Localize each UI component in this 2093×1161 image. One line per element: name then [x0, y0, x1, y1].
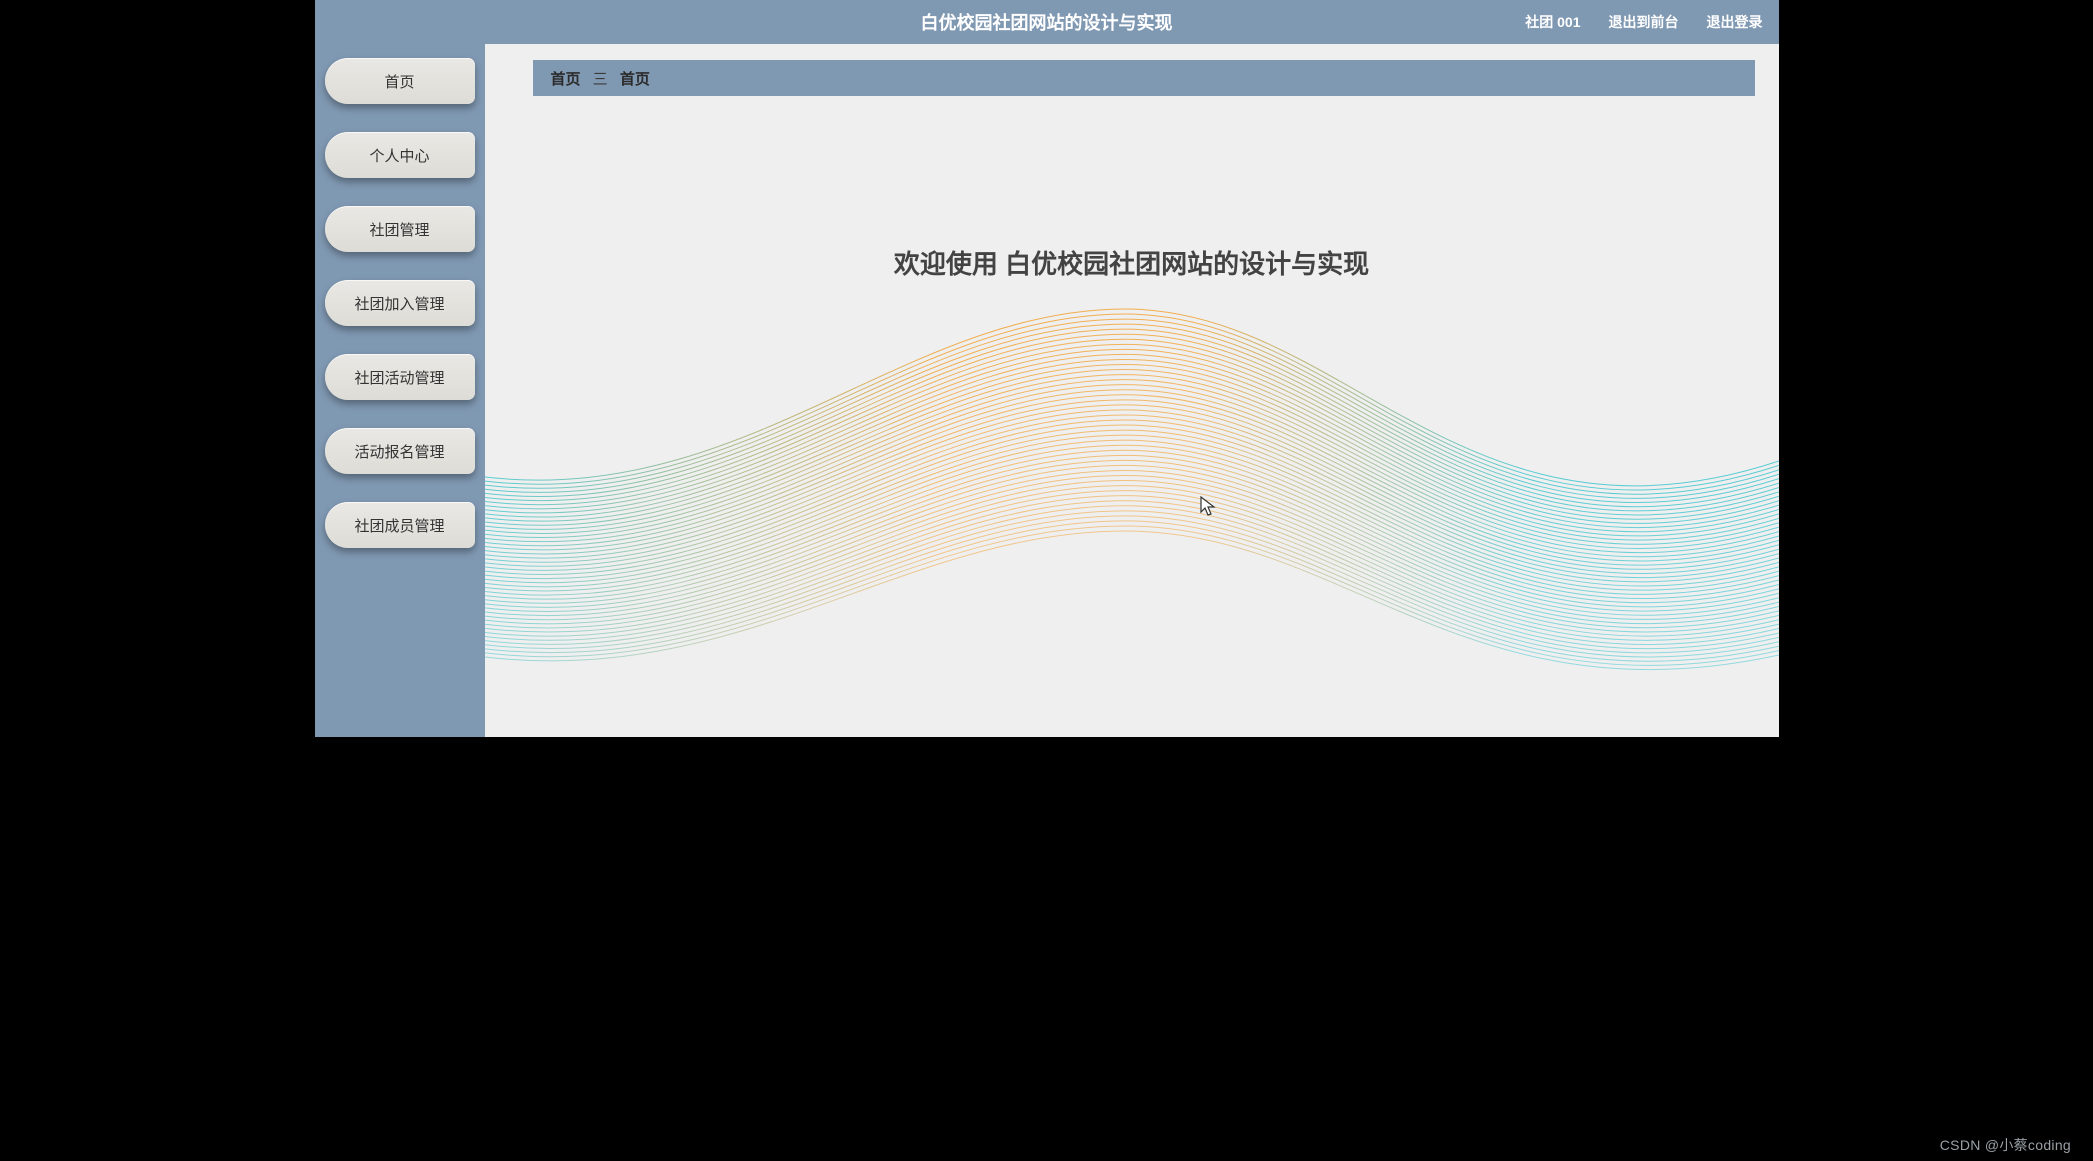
sidebar-item-home[interactable]: 首页: [325, 58, 475, 104]
exit-to-front-button[interactable]: 退出到前台: [1609, 12, 1679, 32]
sidebar-item-club-join-manage[interactable]: 社团加入管理: [325, 280, 475, 326]
breadcrumb-current: 首页: [620, 68, 650, 89]
sidebar-item-club-manage[interactable]: 社团管理: [325, 206, 475, 252]
breadcrumb-root[interactable]: 首页: [551, 68, 581, 89]
sidebar: 首页 个人中心 社团管理 社团加入管理 社团活动管理 活动报名管理 社团成员管理: [315, 44, 485, 737]
sidebar-item-label: 个人中心: [369, 145, 429, 166]
welcome-heading: 欢迎使用 白优校园社团网站的设计与实现: [485, 244, 1779, 281]
decorative-wave-icon: [485, 297, 1779, 737]
logout-button[interactable]: 退出登录: [1707, 12, 1763, 32]
top-right-actions: 社团 001 退出到前台 退出登录: [1525, 12, 1762, 32]
sidebar-item-label: 社团活动管理: [354, 367, 444, 388]
sidebar-item-label: 社团管理: [369, 219, 429, 240]
sidebar-item-club-member-manage[interactable]: 社团成员管理: [325, 502, 475, 548]
sidebar-item-label: 首页: [384, 71, 414, 92]
sidebar-item-club-activity-manage[interactable]: 社团活动管理: [325, 354, 475, 400]
page-title: 白优校园社团网站的设计与实现: [921, 9, 1173, 35]
user-label[interactable]: 社团 001: [1525, 12, 1580, 32]
app-window: 白优校园社团网站的设计与实现 社团 001 退出到前台 退出登录 首页 个人中心…: [315, 0, 1779, 737]
watermark: CSDN @小蔡coding: [1940, 1135, 2071, 1155]
breadcrumb-separator-icon: 三: [589, 68, 612, 89]
sidebar-item-profile[interactable]: 个人中心: [325, 132, 475, 178]
sidebar-item-label: 社团成员管理: [354, 515, 444, 536]
main-area: 首页 三 首页 欢迎使用 白优校园社团网站的设计与实现: [485, 44, 1779, 737]
top-bar: 白优校园社团网站的设计与实现 社团 001 退出到前台 退出登录: [315, 0, 1779, 44]
breadcrumb: 首页 三 首页: [533, 60, 1755, 96]
sidebar-item-label: 活动报名管理: [354, 441, 444, 462]
sidebar-item-label: 社团加入管理: [354, 293, 444, 314]
sidebar-item-activity-signup-manage[interactable]: 活动报名管理: [325, 428, 475, 474]
